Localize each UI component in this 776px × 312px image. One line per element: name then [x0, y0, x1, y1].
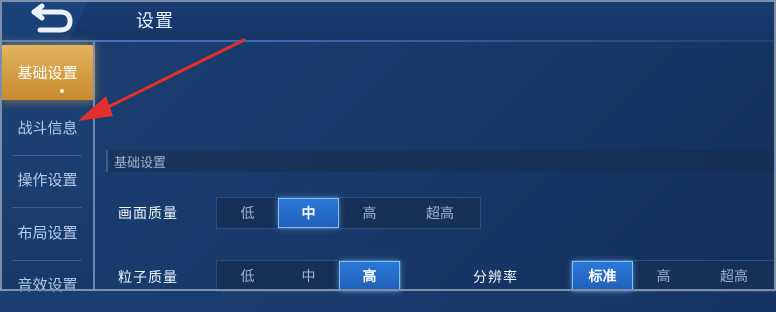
particle-quality-selector: 低 中 高	[216, 260, 401, 292]
screen-border	[0, 0, 776, 291]
section-title: 基础设置	[114, 156, 167, 171]
sidebar: 基础设置 战斗信息 操作设置 布局设置 音效设置	[2, 42, 95, 294]
back-arrow-icon	[0, 0, 88, 40]
annotation-arrow-icon	[78, 38, 246, 121]
graphics-quality-option-high[interactable]: 高	[339, 198, 400, 228]
active-indicator-dot	[60, 89, 64, 93]
sidebar-item-layout-settings[interactable]: 布局设置	[2, 205, 93, 260]
particle-quality-option-high[interactable]: 高	[339, 261, 400, 291]
top-bar-divider	[0, 40, 776, 42]
particle-quality-option-medium[interactable]: 中	[278, 261, 339, 291]
top-bar	[0, 0, 776, 40]
sidebar-item-label: 布局设置	[17, 224, 78, 242]
page-title: 设置	[136, 11, 174, 32]
sidebar-item-basic-settings[interactable]: 基础设置	[2, 45, 93, 100]
particle-quality-label: 粒子质量	[118, 270, 178, 286]
sidebar-item-battle-info[interactable]: 战斗信息	[2, 100, 93, 155]
resolution-selector: 标准 高 超高	[571, 260, 775, 292]
graphics-quality-label: 画面质量	[118, 206, 178, 222]
particle-quality-option-low[interactable]: 低	[217, 261, 278, 291]
graphics-quality-option-medium[interactable]: 中	[278, 198, 339, 228]
sidebar-item-label: 音效设置	[17, 276, 78, 294]
section-header: 基础设置	[106, 150, 776, 172]
sidebar-item-label: 操作设置	[17, 171, 78, 189]
graphics-quality-option-low[interactable]: 低	[217, 198, 278, 228]
graphics-quality-selector: 低 中 高 超高	[216, 197, 481, 229]
sidebar-item-label: 战斗信息	[17, 119, 78, 137]
back-button[interactable]	[0, 0, 94, 40]
sidebar-item-sound-settings[interactable]: 音效设置	[2, 257, 93, 312]
sidebar-item-label: 基础设置	[17, 64, 78, 82]
resolution-option-high[interactable]: 高	[633, 261, 694, 291]
graphics-quality-option-ultra[interactable]: 超高	[400, 198, 480, 228]
resolution-option-ultra[interactable]: 超高	[694, 261, 774, 291]
sidebar-item-control-settings[interactable]: 操作设置	[2, 152, 93, 207]
resolution-option-standard[interactable]: 标准	[572, 261, 633, 291]
resolution-label: 分辨率	[473, 270, 518, 286]
